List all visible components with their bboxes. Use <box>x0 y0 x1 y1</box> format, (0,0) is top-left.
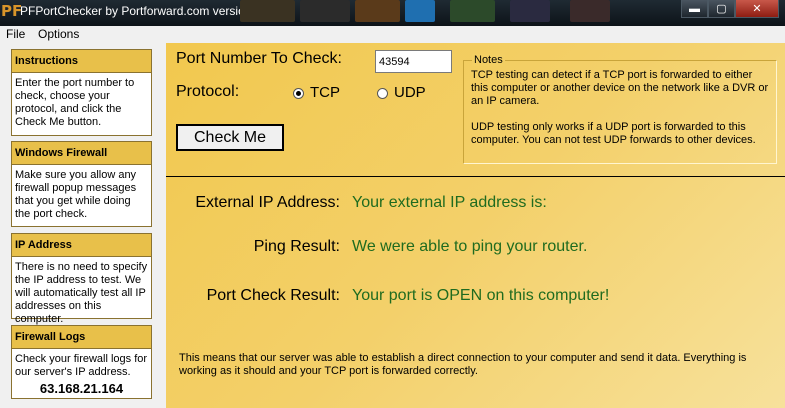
thumbnail-icon <box>405 0 435 22</box>
menu-bar: File Options <box>0 26 785 43</box>
close-button[interactable]: ✕ <box>735 0 779 18</box>
external-ip-label: External IP Address: <box>195 194 340 211</box>
background-taskbar-thumbnails <box>240 0 680 24</box>
tcp-radio[interactable] <box>293 88 304 99</box>
panel-heading: Windows Firewall <box>11 141 152 165</box>
external-ip-value: Your external IP address is: <box>352 194 547 211</box>
section-divider <box>166 176 785 178</box>
panel-heading: Instructions <box>11 49 152 73</box>
port-check-result-value: Your port is OPEN on this computer! <box>352 287 610 304</box>
panel-heading: Firewall Logs <box>11 325 152 349</box>
panel-heading: IP Address <box>11 233 152 257</box>
menu-file[interactable]: File <box>6 27 25 41</box>
title-bar: PF PFPortChecker by Portforward.com vers… <box>0 0 785 26</box>
thumbnail-icon <box>450 0 495 22</box>
thumbnail-icon <box>510 0 550 22</box>
window-controls: ▬ ▢ ✕ <box>681 0 779 20</box>
notes-udp-text: UDP testing only works if a UDP port is … <box>471 121 756 146</box>
panel-body: Check your firewall logs for our server'… <box>11 349 152 399</box>
ip-address-panel: IP Address There is no need to specify t… <box>11 233 152 325</box>
windows-firewall-panel: Windows Firewall Make sure you allow any… <box>11 141 152 227</box>
check-me-button[interactable]: Check Me <box>176 124 284 151</box>
firewall-logs-panel: Firewall Logs Check your firewall logs f… <box>11 325 152 399</box>
notes-title: Notes <box>472 54 505 66</box>
instructions-panel: Instructions Enter the port number to ch… <box>11 49 152 136</box>
panel-body: Enter the port number to check, choose y… <box>11 73 152 136</box>
ping-result-label: Ping Result: <box>253 238 340 255</box>
thumbnail-icon <box>355 0 400 22</box>
port-check-result-label: Port Check Result: <box>206 287 340 304</box>
udp-radio-label[interactable]: UDP <box>394 84 426 101</box>
result-explanation: This means that our server was able to e… <box>179 352 747 377</box>
protocol-label: Protocol: <box>176 83 240 100</box>
tcp-radio-label[interactable]: TCP <box>310 84 340 101</box>
thumbnail-icon <box>240 0 295 22</box>
thumbnail-icon <box>570 0 610 22</box>
minimize-button[interactable]: ▬ <box>681 0 708 18</box>
notes-tcp-text: TCP testing can detect if a TCP port is … <box>471 69 769 107</box>
app-logo-icon: PF <box>1 2 23 20</box>
udp-radio[interactable] <box>377 88 388 99</box>
maximize-button[interactable]: ▢ <box>708 0 735 18</box>
port-number-label: Port Number To Check: <box>176 50 342 67</box>
menu-options[interactable]: Options <box>38 27 79 41</box>
panel-body: There is no need to specify the IP addre… <box>11 257 152 325</box>
thumbnail-icon <box>300 0 350 22</box>
panel-body: Make sure you allow any firewall popup m… <box>11 165 152 227</box>
port-number-input[interactable] <box>375 50 452 73</box>
sidebar: Instructions Enter the port number to ch… <box>0 43 166 408</box>
ping-result-value: We were able to ping your router. <box>352 238 588 255</box>
panel-body-text: Check your firewall logs for our server'… <box>15 353 148 378</box>
main-panel: Port Number To Check: Protocol: TCP UDP … <box>166 43 785 408</box>
server-ip-address: 63.168.21.164 <box>39 381 124 396</box>
